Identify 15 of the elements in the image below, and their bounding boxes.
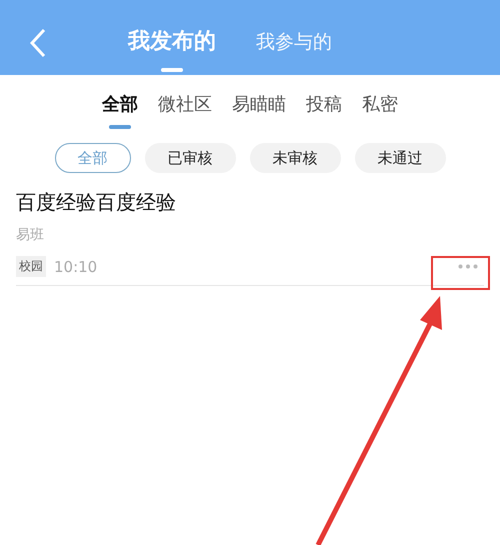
category-tab[interactable]: 易瞄瞄 xyxy=(232,91,286,129)
filter-chip[interactable]: 已审核 xyxy=(144,143,236,173)
back-icon[interactable] xyxy=(30,28,46,58)
category-tab[interactable]: 全部 xyxy=(102,91,138,129)
category-tab[interactable]: 私密 xyxy=(362,91,398,129)
more-icon[interactable] xyxy=(458,264,478,269)
post-title[interactable]: 百度经验百度经验 xyxy=(16,189,484,216)
filter-chip[interactable]: 未审核 xyxy=(250,143,340,173)
post-time: 10:10 xyxy=(54,258,98,276)
category-tab[interactable]: 微社区 xyxy=(158,91,212,129)
post-source: 易班 xyxy=(16,226,45,244)
filter-chip[interactable]: 未通过 xyxy=(354,143,446,173)
post-tag: 校园 xyxy=(16,256,46,277)
highlight-box xyxy=(431,256,490,290)
category-tab[interactable]: 投稿 xyxy=(306,91,342,129)
